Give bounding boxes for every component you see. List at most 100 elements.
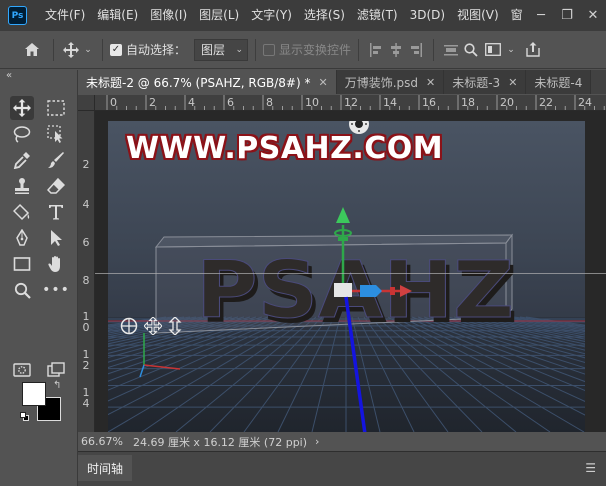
path-select-tool[interactable] (44, 226, 68, 250)
lasso-icon (13, 126, 31, 143)
ruler-number: 2 (82, 158, 90, 171)
status-menu-arrow[interactable]: › (315, 435, 319, 448)
restore-icon[interactable]: ❐ (554, 0, 580, 31)
show-transform-checkbox[interactable] (263, 43, 276, 56)
eyedropper-icon (13, 152, 30, 169)
more-tools[interactable]: ••• (42, 278, 70, 302)
document-workspace[interactable]: PSAHZ PSAHZ WWW.PSAHZ.COM (95, 111, 606, 432)
ellipsis-icon: ••• (42, 282, 70, 298)
close-icon[interactable]: ✕ (318, 76, 327, 89)
tab-untitled-2[interactable]: 未标题-2 @ 66.7% (PSAHZ, RGB/8#) * ✕ (78, 70, 337, 94)
home-icon[interactable] (18, 42, 46, 57)
zoom-tool[interactable] (10, 278, 34, 302)
tab-untitled-4[interactable]: 未标题-4 (526, 70, 592, 94)
marquee-icon (47, 100, 65, 116)
status-bar: 66.67% 24.69 厘米 x 16.12 厘米 (72 ppi) › (78, 432, 606, 451)
photoshop-window: Ps 文件(F) 编辑(E) 图像(I) 图层(L) 文字(Y) 选择(S) 滤… (0, 0, 606, 486)
quick-mask-button[interactable] (10, 358, 34, 382)
menu-bar: Ps 文件(F) 编辑(E) 图像(I) 图层(L) 文字(Y) 选择(S) 滤… (0, 0, 606, 31)
divider (53, 38, 54, 61)
horizontal-guide[interactable] (95, 273, 606, 274)
menu-type[interactable]: 文字(Y) (245, 0, 298, 31)
3d-camera-controls (120, 317, 182, 335)
distribute-icon[interactable] (441, 43, 461, 57)
orbit-icon[interactable] (120, 317, 138, 335)
move-tool-icon[interactable] (61, 41, 81, 58)
tab-wanbo[interactable]: 万博装饰.psd ✕ (336, 70, 445, 94)
zoom-level[interactable]: 66.67% (81, 435, 123, 448)
document-tab-bar: 未标题-2 @ 66.7% (PSAHZ, RGB/8#) * ✕ 万博装饰.p… (78, 70, 606, 94)
divider (433, 38, 435, 61)
screen-mode-button[interactable] (44, 358, 68, 382)
chevron-down-icon[interactable]: ⌄ (505, 45, 517, 55)
rectangle-tool[interactable] (10, 252, 34, 276)
layer-select-dropdown[interactable]: 图层 ⌄ (194, 38, 249, 61)
panel-menu-icon[interactable]: ☰ (585, 461, 596, 475)
share-icon[interactable] (521, 42, 545, 57)
tab-timeline[interactable]: 时间轴 (78, 455, 133, 481)
ruler-top[interactable]: 0 2 4 6 8 10 12 14 16 18 20 22 24 (95, 95, 606, 111)
hand-tool[interactable] (44, 252, 68, 276)
menu-layer[interactable]: 图层(L) (193, 0, 245, 31)
marquee-tool[interactable] (44, 96, 68, 120)
object-select-tool[interactable] (44, 122, 68, 146)
tab-untitled-3[interactable]: 未标题-3 ✕ (444, 70, 527, 94)
paint-bucket-tool[interactable] (10, 200, 34, 224)
rectangle-icon (13, 257, 31, 271)
search-icon[interactable] (461, 42, 481, 57)
watermark-text: WWW.PSAHZ.COM (126, 131, 444, 166)
dolly-icon[interactable] (168, 317, 182, 335)
align-right-icon[interactable] (406, 42, 426, 57)
default-colors-icon[interactable] (20, 412, 29, 421)
eyedropper-tool[interactable] (10, 148, 34, 172)
ruler-number: 16 (422, 96, 436, 109)
brush-tool[interactable] (44, 148, 68, 172)
workspace-icon[interactable] (481, 43, 505, 56)
menu-window[interactable]: 窗 (505, 0, 529, 31)
move-tool[interactable] (10, 96, 34, 120)
menu-view[interactable]: 视图(V) (451, 0, 505, 31)
close-icon[interactable]: ✕ (508, 76, 517, 89)
quick-mask-icon (13, 363, 31, 377)
minimize-icon[interactable]: ─ (528, 0, 554, 31)
chevron-down-icon[interactable]: ⌄ (81, 45, 95, 55)
menu-3d[interactable]: 3D(D) (404, 0, 451, 31)
photoshop-logo: Ps (8, 6, 27, 25)
menu-select[interactable]: 选择(S) (298, 0, 351, 31)
align-center-icon[interactable] (386, 42, 406, 57)
ruler-number: 8 (82, 274, 90, 287)
move-icon (13, 99, 31, 117)
ruler-number: 6 (227, 96, 234, 109)
object-select-icon (47, 125, 63, 143)
ruler-number: 4 (188, 96, 195, 109)
document-canvas[interactable]: PSAHZ PSAHZ WWW.PSAHZ.COM (108, 121, 585, 432)
ruler-corner[interactable] (78, 95, 95, 111)
zoom-icon (14, 282, 31, 299)
cursor-arrow-icon (51, 230, 62, 246)
menu-edit[interactable]: 编辑(E) (91, 0, 144, 31)
menu-filter[interactable]: 滤镜(T) (351, 0, 404, 31)
foreground-color-swatch[interactable] (22, 382, 46, 406)
type-tool[interactable] (44, 200, 68, 224)
eraser-tool[interactable] (44, 174, 68, 198)
menu-file[interactable]: 文件(F) (39, 0, 91, 31)
pan-icon[interactable] (144, 317, 162, 335)
ruler-number: 8 (266, 96, 273, 109)
stamp-tool[interactable] (10, 174, 34, 198)
ruler-left[interactable]: 2 4 6 8 1 0 1 2 1 4 (78, 111, 95, 432)
collapse-panel-icon[interactable]: « (6, 70, 12, 81)
auto-select-checkbox[interactable]: ✓ (110, 43, 122, 56)
timeline-panel: 时间轴 ☰ (78, 451, 606, 486)
brush-icon (48, 152, 64, 168)
ruler-number: 22 (539, 96, 553, 109)
close-icon[interactable]: ✕ (426, 76, 435, 89)
paint-bucket-icon (13, 203, 30, 221)
align-left-icon[interactable] (366, 42, 386, 57)
chevron-down-icon: ⌄ (235, 44, 244, 55)
lasso-tool[interactable] (10, 122, 34, 146)
3d-scene: PSAHZ PSAHZ (108, 121, 585, 432)
divider (102, 38, 103, 61)
close-icon[interactable]: ✕ (580, 0, 606, 31)
pen-tool[interactable] (10, 226, 34, 250)
menu-image[interactable]: 图像(I) (144, 0, 193, 31)
